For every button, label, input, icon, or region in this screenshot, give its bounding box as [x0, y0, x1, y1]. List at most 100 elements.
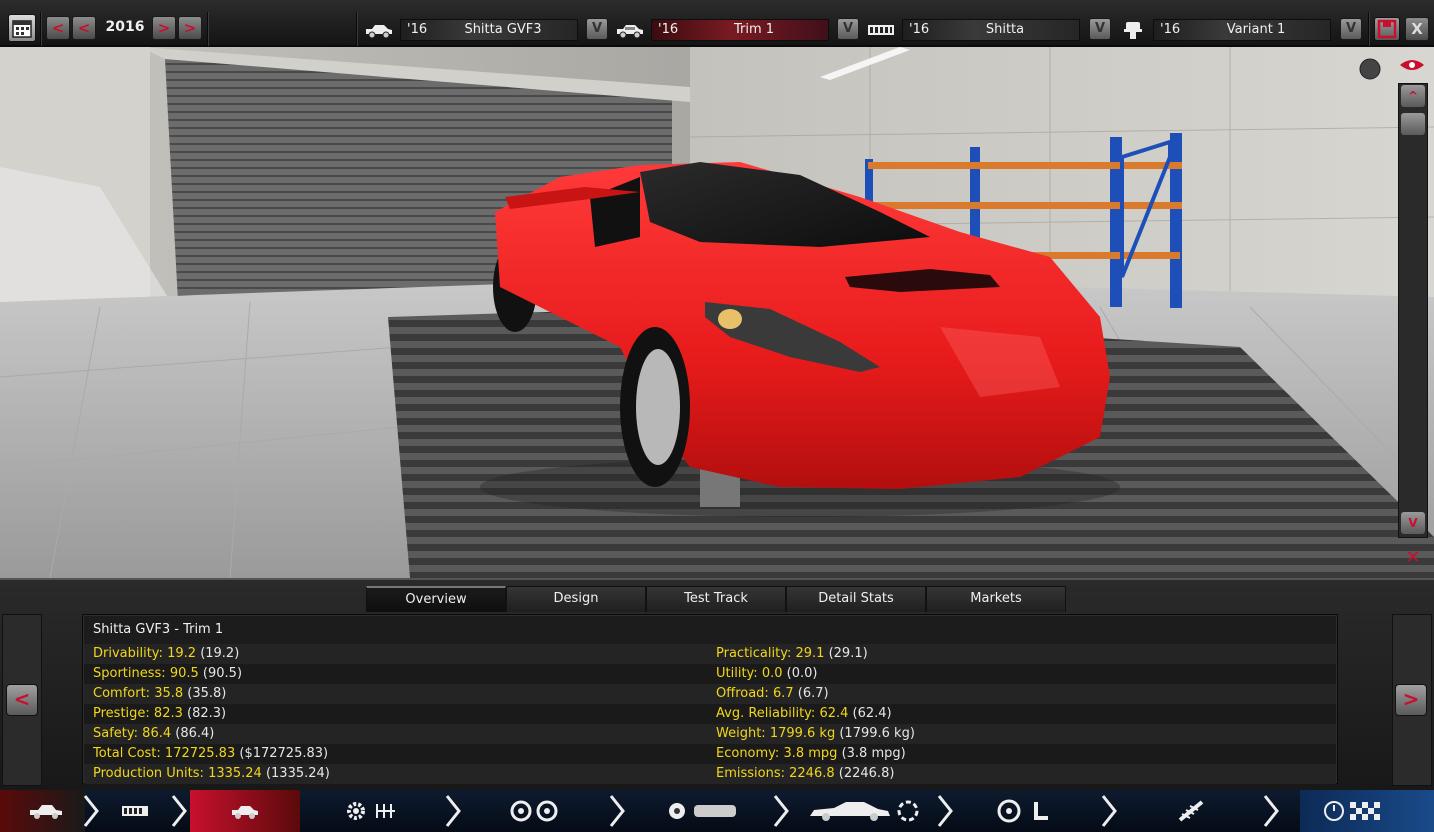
piston-icon [1124, 22, 1142, 39]
engine-variant-select[interactable]: '16 Variant 1 [1153, 19, 1331, 41]
stat-label: Utility: [716, 666, 758, 681]
nav-stage-suspension[interactable] [1160, 790, 1240, 832]
tab-design[interactable]: Design [506, 586, 646, 612]
floppy-save-icon [1377, 19, 1397, 39]
model-select[interactable]: '16 Shitta GVF3 [400, 19, 578, 41]
stat-label: Emissions: [716, 766, 785, 781]
stat-label: Sportiness: [93, 666, 166, 681]
nav-stage-trim-active[interactable] [190, 790, 300, 832]
engine-block-icon [122, 806, 148, 816]
nav-stage-engine[interactable] [100, 790, 170, 832]
stat-row: Comfort: 35.8 (35.8) [93, 684, 226, 704]
chevron-right-icon [83, 795, 99, 827]
stat-value: 82.3 [153, 706, 183, 721]
nav-stage-testing[interactable] [1300, 790, 1434, 832]
engine-block-icon [868, 25, 894, 35]
nav-stage-interior[interactable] [990, 790, 1080, 832]
year-next-fast-button[interactable]: > [178, 16, 202, 40]
stat-row: Practicality: 29.1 (29.1) [716, 644, 868, 664]
test-finish-icon [1324, 801, 1380, 821]
stat-value: 35.8 [154, 686, 184, 701]
chevron-right-icon [445, 795, 461, 827]
scroll-up-button[interactable]: ^ [1401, 85, 1425, 107]
tab-detail-stats[interactable]: Detail Stats [786, 586, 926, 612]
stat-label: Total Cost: [93, 746, 161, 761]
overview-title: Shitta GVF3 - Trim 1 [93, 622, 224, 637]
designer-stage-nav [0, 790, 1434, 832]
stat-base-value: (82.3) [187, 706, 227, 721]
chevron-right-icon [171, 795, 187, 827]
stat-row: Weight: 1799.6 kg (1799.6 kg) [716, 724, 915, 744]
stat-base-value: (1335.24) [265, 766, 330, 781]
stat-row: Emissions: 2246.8 (2246.8) [716, 764, 894, 784]
car-3d-viewport[interactable]: ^ V ✕ [0, 47, 1434, 578]
scroll-down-button[interactable]: V [1401, 512, 1425, 534]
stat-base-value: (86.4) [175, 726, 215, 741]
model-year: '16 [407, 22, 428, 37]
year-prev-fast-button[interactable]: < [72, 16, 96, 40]
nav-stage-body[interactable] [800, 790, 925, 832]
stat-base-value: ($172725.83) [239, 746, 329, 761]
stat-label: Avg. Reliability: [716, 706, 816, 721]
trim-select[interactable]: '16 Trim 1 [651, 19, 829, 41]
trim-year: '16 [658, 22, 679, 37]
model-dropdown-button[interactable]: V [586, 18, 608, 40]
rim-chassis-icon [669, 803, 736, 819]
stat-value: 90.5 [169, 666, 199, 681]
engine-family-select[interactable]: '16 Shitta [902, 19, 1080, 41]
stat-row: Total Cost: 172725.83 ($172725.83) [93, 744, 328, 764]
gear-icon [347, 802, 365, 820]
model-name: Shitta GVF3 [464, 22, 542, 37]
stat-row: Drivability: 19.2 (19.2) [93, 644, 239, 664]
toolbar-divider [40, 12, 42, 46]
year-prev-button[interactable]: < [46, 16, 70, 40]
car-trim-icon [232, 806, 258, 819]
trim-name: Trim 1 [733, 22, 775, 37]
prev-page-button[interactable]: < [6, 684, 38, 716]
chevron-right-icon [609, 795, 625, 827]
stat-label: Prestige: [93, 706, 150, 721]
wheels-brakes-icon [510, 800, 558, 822]
view-scrollbar[interactable] [1398, 83, 1428, 538]
toolbar-divider [1368, 12, 1370, 46]
stat-base-value: (6.7) [797, 686, 829, 701]
nav-stage-model[interactable] [0, 790, 85, 832]
stat-value: 0.0 [761, 666, 783, 681]
engine-family-name: Shitta [985, 22, 1025, 37]
stat-value: 19.2 [167, 646, 197, 661]
tab-overview[interactable]: Overview [366, 586, 506, 612]
overview-stats: Shitta GVF3 - Trim 1 Drivability: 19.2 (… [82, 614, 1338, 784]
stat-base-value: (90.5) [202, 666, 243, 681]
stat-value: 172725.83 [164, 746, 236, 761]
stat-label: Drivability: [93, 646, 163, 661]
year-next-button[interactable]: > [152, 16, 176, 40]
trim-dropdown-button[interactable]: V [837, 18, 859, 40]
stat-value: 3.8 mpg [783, 746, 838, 761]
engine-family-dropdown-button[interactable]: V [1089, 18, 1111, 40]
car-model-icon [366, 25, 392, 39]
calendar-icon[interactable] [8, 14, 36, 42]
next-page-button[interactable]: > [1395, 684, 1427, 716]
save-button[interactable] [1374, 17, 1400, 41]
stat-row: Sportiness: 90.5 (90.5) [93, 664, 242, 684]
close-button[interactable]: X [1405, 17, 1429, 41]
engine-variant-dropdown-button[interactable]: V [1340, 18, 1362, 40]
nav-stage-drivetrain[interactable] [340, 790, 430, 832]
reset-view-icon[interactable]: ✕ [1398, 547, 1428, 571]
stat-value: 62.4 [819, 706, 849, 721]
stat-row: Avg. Reliability: 62.4 (62.4) [716, 704, 892, 724]
stat-value: 29.1 [795, 646, 825, 661]
top-toolbar: < < 2016 > > '16 Shitta GVF3 V '16 Trim … [0, 0, 1434, 47]
stat-base-value: (35.8) [187, 686, 227, 701]
stat-label: Safety: [93, 726, 139, 741]
nav-stage-chassis[interactable] [660, 790, 760, 832]
stat-label: Practicality: [716, 646, 792, 661]
tab-test-track[interactable]: Test Track [646, 586, 786, 612]
scroll-thumb[interactable] [1401, 113, 1425, 135]
stat-row: Offroad: 6.7 (6.7) [716, 684, 829, 704]
nav-stage-wheels[interactable] [500, 790, 580, 832]
stat-base-value: (0.0) [786, 666, 818, 681]
tab-markets[interactable]: Markets [926, 586, 1066, 612]
stat-label: Comfort: [93, 686, 151, 701]
stat-label: Production Units: [93, 766, 204, 781]
